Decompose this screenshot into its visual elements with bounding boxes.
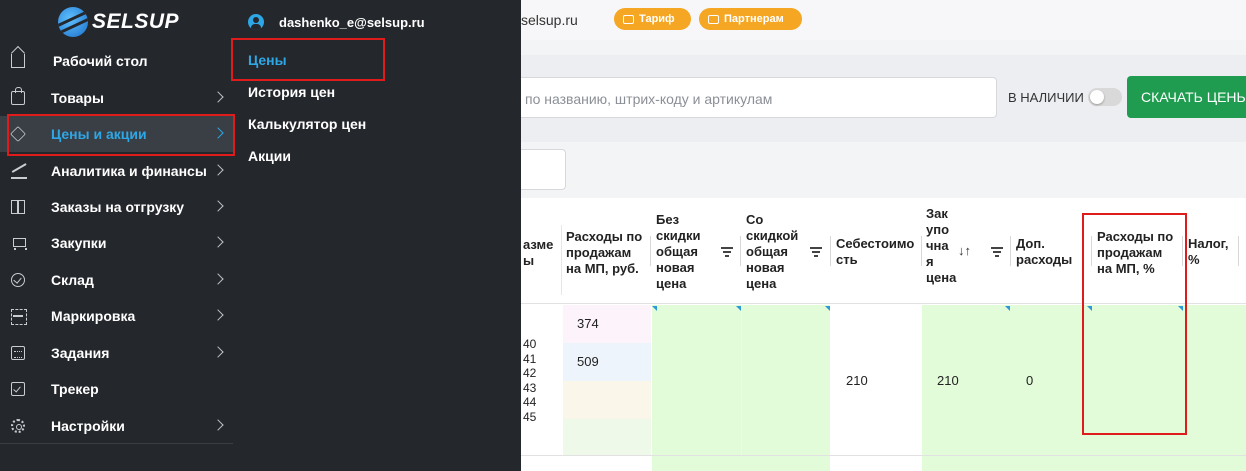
sidebar-item-label: Маркировка (51, 308, 136, 324)
sidebar-item-marking[interactable]: Маркировка (0, 298, 233, 334)
sidebar-item-analytics[interactable]: Аналитика и финансы (0, 153, 233, 189)
sidebar-item-tracker[interactable]: Трекер (0, 371, 233, 407)
chevron-right-icon (212, 346, 224, 358)
mp-expenses-rub-value: 509 (577, 354, 599, 369)
mp-expenses-rub-value: 374 (577, 316, 599, 331)
in-stock-label: В НАЛИЧИИ (1008, 90, 1084, 105)
calendar-icon (11, 346, 25, 360)
sidebar-item-label: Заказы на отгрузку (51, 199, 185, 215)
line-chart-icon (11, 164, 27, 179)
search-placeholder: по названию, штрих-коду и артикулам (525, 91, 773, 107)
column-header-size[interactable]: азме ы (523, 237, 553, 269)
chevron-right-icon (212, 91, 224, 103)
account-email-tail: selsup.ru (521, 12, 578, 28)
chevron-right-icon (212, 419, 224, 431)
tariff-label: Тариф (639, 13, 675, 25)
filter-icon[interactable] (810, 247, 822, 257)
scan-icon (11, 309, 27, 325)
package-icon (11, 200, 25, 214)
sidebar-item-tasks[interactable]: Задания (0, 335, 233, 371)
tracker-icon (11, 382, 25, 396)
chevron-right-icon (212, 236, 224, 248)
sidebar: SELSUP Рабочий стол Товары Цены и акции … (0, 0, 233, 471)
user-email: dashenko_e@selsup.ru (279, 14, 425, 30)
shopping-bag-icon (11, 87, 25, 105)
sidebar-item-shipment-orders[interactable]: Заказы на отгрузку (0, 189, 233, 225)
chevron-right-icon (212, 164, 224, 176)
sidebar-item-label: Товары (51, 90, 104, 106)
sidebar-item-label: Рабочий стол (53, 53, 148, 69)
chevron-right-icon (212, 200, 224, 212)
logo[interactable]: SELSUP (58, 7, 179, 37)
sidebar-item-label: Склад (51, 272, 94, 288)
highlight-prices-submenu-item (231, 38, 385, 81)
sidebar-item-desktop[interactable]: Рабочий стол (0, 43, 233, 79)
search-input[interactable]: по названию, штрих-коду и артикулам (500, 77, 997, 118)
sidebar-item-label: Задания (51, 345, 110, 361)
purchase-price-value: 210 (937, 373, 959, 388)
filter-icon[interactable] (991, 247, 1003, 257)
column-header-mp-expenses-rub[interactable]: Расходы по продажам на МП, руб. (566, 229, 642, 277)
sidebar-item-warehouse[interactable]: Склад (0, 262, 233, 298)
home-icon (11, 54, 25, 68)
selsup-logo-icon (58, 7, 88, 37)
sidebar-item-settings[interactable]: Настройки (0, 408, 233, 444)
chevron-right-icon (212, 273, 224, 285)
partners-label: Партнерам (724, 13, 784, 25)
user-icon (248, 14, 264, 30)
handshake-icon (708, 14, 719, 24)
extra-expenses-value: 0 (1026, 373, 1034, 388)
sidebar-item-label: Закупки (51, 235, 107, 251)
logo-text: SELSUP (92, 10, 180, 33)
table-cell[interactable] (563, 419, 651, 455)
sidebar-item-label: Настройки (51, 418, 125, 434)
submenu-item-price-history[interactable]: История цен (248, 84, 335, 100)
chevron-right-icon (212, 309, 224, 321)
sidebar-item-label: Аналитика и финансы (51, 163, 207, 179)
card-icon (623, 14, 634, 24)
column-header-price-discount[interactable]: Со скидкой общая новая цена (746, 212, 798, 292)
filter-icon[interactable] (721, 247, 733, 257)
cost-value: 210 (846, 373, 868, 388)
gear-icon (11, 419, 25, 433)
column-header-purchase-price[interactable]: Зак упо чна я цена (926, 206, 956, 286)
column-header-price-no-discount[interactable]: Без скидки общая новая цена (656, 212, 700, 292)
tariff-button[interactable]: Тариф (614, 8, 691, 30)
highlight-mp-expenses-pct-column (1082, 213, 1187, 435)
table-cell[interactable] (563, 381, 651, 419)
sidebar-item-label: Трекер (51, 381, 99, 397)
download-prices-button[interactable]: СКАЧАТЬ ЦЕНЫ (1127, 76, 1246, 118)
sort-arrows-icon[interactable]: ↓↑ (958, 243, 971, 258)
highlight-prices-menu-item (7, 114, 235, 156)
sidebar-item-purchases[interactable]: Закупки (0, 225, 233, 261)
column-header-cost[interactable]: Себестоимо сть (836, 236, 914, 268)
in-stock-toggle[interactable] (1088, 88, 1122, 106)
check-circle-icon (11, 273, 25, 287)
sizes-list: 40 41 42 43 44 45 (523, 337, 537, 424)
cart-icon (11, 236, 27, 250)
partners-button[interactable]: Партнерам (699, 8, 802, 30)
submenu-item-promotions[interactable]: Акции (248, 148, 291, 164)
submenu-item-price-calculator[interactable]: Калькулятор цен (248, 116, 366, 132)
column-header-tax[interactable]: Налог, % (1188, 236, 1229, 268)
user-account[interactable]: dashenko_e@selsup.ru (248, 14, 425, 30)
column-header-extra-expenses[interactable]: Доп. расходы (1016, 236, 1072, 268)
sidebar-item-products[interactable]: Товары (0, 80, 233, 116)
